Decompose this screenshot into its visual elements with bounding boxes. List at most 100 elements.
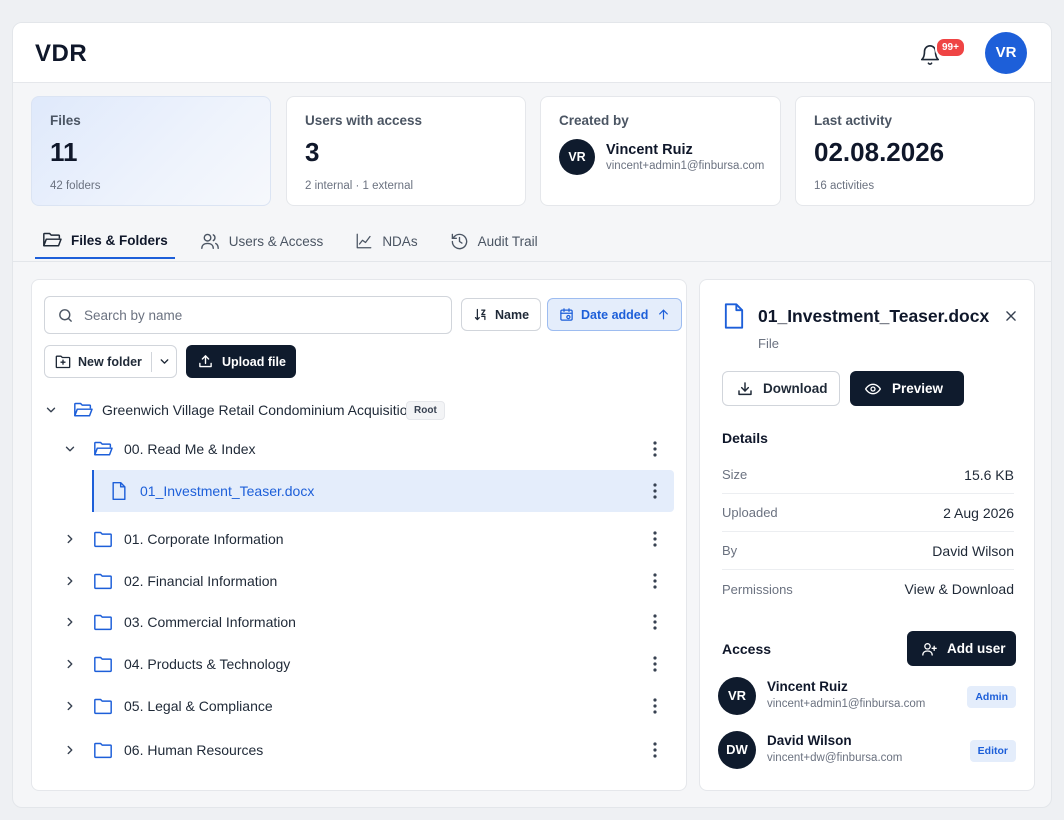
creator-email: vincent+admin1@finbursa.com	[606, 160, 765, 172]
details-title: Details	[722, 430, 768, 446]
divider	[150, 351, 152, 372]
download-button[interactable]: Download	[722, 371, 840, 406]
chevron-down-icon[interactable]	[158, 355, 171, 368]
tree-root-row[interactable]: Greenwich Village Retail Condominium Acq…	[32, 390, 686, 430]
tree-folder-row[interactable]: 00. Read Me & Index	[32, 429, 686, 469]
more-vertical-icon[interactable]	[648, 572, 662, 590]
avatar: DW	[718, 731, 756, 769]
calendar-icon	[560, 308, 573, 321]
chevron-down-icon[interactable]	[44, 403, 58, 417]
detail-value: David Wilson	[932, 542, 1014, 559]
tab-audit-trail[interactable]: Audit Trail	[443, 223, 545, 259]
tree-item-label: 02. Financial Information	[124, 573, 278, 589]
tree-file-row-selected[interactable]: 01_Investment_Teaser.docx	[92, 470, 674, 512]
tab-label: Users & Access	[228, 233, 324, 249]
file-title: 01_Investment_Teaser.docx	[758, 306, 990, 326]
avatar: VR	[559, 139, 595, 175]
more-vertical-icon[interactable]	[648, 440, 662, 458]
search-input[interactable]	[84, 307, 414, 323]
access-email: vincent+dw@finbursa.com	[767, 752, 903, 764]
new-folder-label: New folder	[78, 354, 142, 369]
preview-label: Preview	[892, 381, 944, 396]
search-box[interactable]	[44, 296, 452, 334]
chevron-down-icon[interactable]	[63, 442, 77, 456]
chevron-right-icon[interactable]	[63, 657, 77, 671]
role-badge[interactable]: Editor	[969, 740, 1016, 762]
avatar: VR	[718, 677, 756, 715]
stat-label: Files	[50, 113, 81, 128]
folder-icon	[94, 656, 112, 673]
detail-value: View & Download	[904, 581, 1014, 597]
access-row: DW David Wilson vincent+dw@finbursa.com …	[718, 731, 1016, 771]
chevron-right-icon[interactable]	[63, 699, 77, 713]
user-avatar[interactable]: VR	[985, 32, 1027, 74]
stat-value: 11	[50, 137, 78, 167]
history-icon	[451, 233, 467, 249]
users-icon	[200, 233, 219, 250]
chart-line-icon	[356, 233, 372, 249]
sort-date-label: Date added	[581, 307, 649, 322]
sort-name-label: Name	[495, 307, 530, 322]
close-icon[interactable]	[1004, 309, 1018, 323]
tree-folder-row[interactable]: 06. Human Resources	[32, 730, 686, 770]
download-label: Download	[763, 381, 828, 396]
tab-label: NDAs	[382, 233, 418, 249]
more-vertical-icon[interactable]	[648, 741, 662, 759]
folder-plus-icon	[55, 355, 71, 369]
stat-sub: 2 internal · 1 external	[305, 180, 414, 192]
tree-folder-row[interactable]: 03. Commercial Information	[32, 602, 686, 642]
stat-card-files: Files 11 42 folders	[31, 96, 271, 206]
sort-name-button[interactable]: Name	[461, 298, 542, 331]
tree-folder-row[interactable]: 05. Legal & Compliance	[32, 686, 686, 726]
tab-files-folders[interactable]: Files & Folders	[35, 223, 175, 259]
search-icon	[59, 308, 72, 322]
upload-file-button[interactable]: Upload file	[186, 345, 296, 378]
creator-info: Vincent Ruiz vincent+admin1@finbursa.com	[606, 142, 764, 172]
stat-card-users: Users with access 3 2 internal · 1 exter…	[286, 96, 526, 206]
more-vertical-icon[interactable]	[648, 655, 662, 673]
more-vertical-icon[interactable]	[648, 697, 662, 715]
stat-value: 3	[305, 137, 320, 167]
stat-value: 02.08.2026	[814, 137, 945, 167]
file-icon	[724, 303, 744, 329]
add-user-label: Add user	[947, 641, 1006, 656]
tree-item-label: 03. Commercial Information	[124, 614, 296, 630]
access-name: David Wilson	[767, 733, 852, 748]
tree-folder-row[interactable]: 04. Products & Technology	[32, 644, 686, 684]
file-icon	[112, 481, 126, 501]
detail-key: Uploaded	[722, 505, 778, 520]
creator-row: VR Vincent Ruiz vincent+admin1@finbursa.…	[559, 139, 764, 175]
tab-users-access[interactable]: Users & Access	[193, 223, 331, 259]
tab-ndas[interactable]: NDAs	[348, 223, 424, 259]
app-title: VDR	[35, 40, 88, 67]
more-vertical-icon[interactable]	[648, 482, 662, 500]
chevron-right-icon[interactable]	[63, 743, 77, 757]
detail-row-permissions: Permissions View & Download	[722, 570, 1014, 608]
chevron-right-icon[interactable]	[63, 615, 77, 629]
access-email: vincent+admin1@finbursa.com	[767, 698, 926, 710]
file-browser-panel: Name Date added New folder Upload file G…	[31, 279, 687, 791]
file-detail-panel: 01_Investment_Teaser.docx File Download …	[699, 279, 1035, 791]
eye-icon	[865, 383, 881, 394]
tree-item-label: 05. Legal & Compliance	[124, 698, 273, 714]
add-user-button[interactable]: Add user	[907, 631, 1016, 666]
role-badge[interactable]: Admin	[967, 686, 1016, 708]
more-vertical-icon[interactable]	[648, 613, 662, 631]
new-folder-button[interactable]: New folder	[44, 345, 177, 378]
chevron-right-icon[interactable]	[63, 574, 77, 588]
sort-date-button[interactable]: Date added	[547, 298, 683, 331]
chevron-right-icon[interactable]	[63, 532, 77, 546]
tree-item-label: 01_Investment_Teaser.docx	[140, 483, 315, 499]
preview-button[interactable]: Preview	[850, 371, 964, 406]
folder-icon	[94, 614, 112, 631]
folder-open-icon	[74, 402, 93, 417]
detail-row-by: By David Wilson	[722, 532, 1014, 570]
creator-name: Vincent Ruiz	[606, 142, 693, 158]
detail-value: 2 Aug 2026	[943, 504, 1014, 521]
more-vertical-icon[interactable]	[648, 530, 662, 548]
tree-folder-row[interactable]: 01. Corporate Information	[32, 519, 686, 559]
stat-sub: 42 folders	[50, 180, 101, 192]
app-window: VDR 99+ VR Files 11 42 folders Users wit…	[12, 22, 1052, 808]
file-type: File	[758, 336, 779, 351]
tree-folder-row[interactable]: 02. Financial Information	[32, 561, 686, 601]
